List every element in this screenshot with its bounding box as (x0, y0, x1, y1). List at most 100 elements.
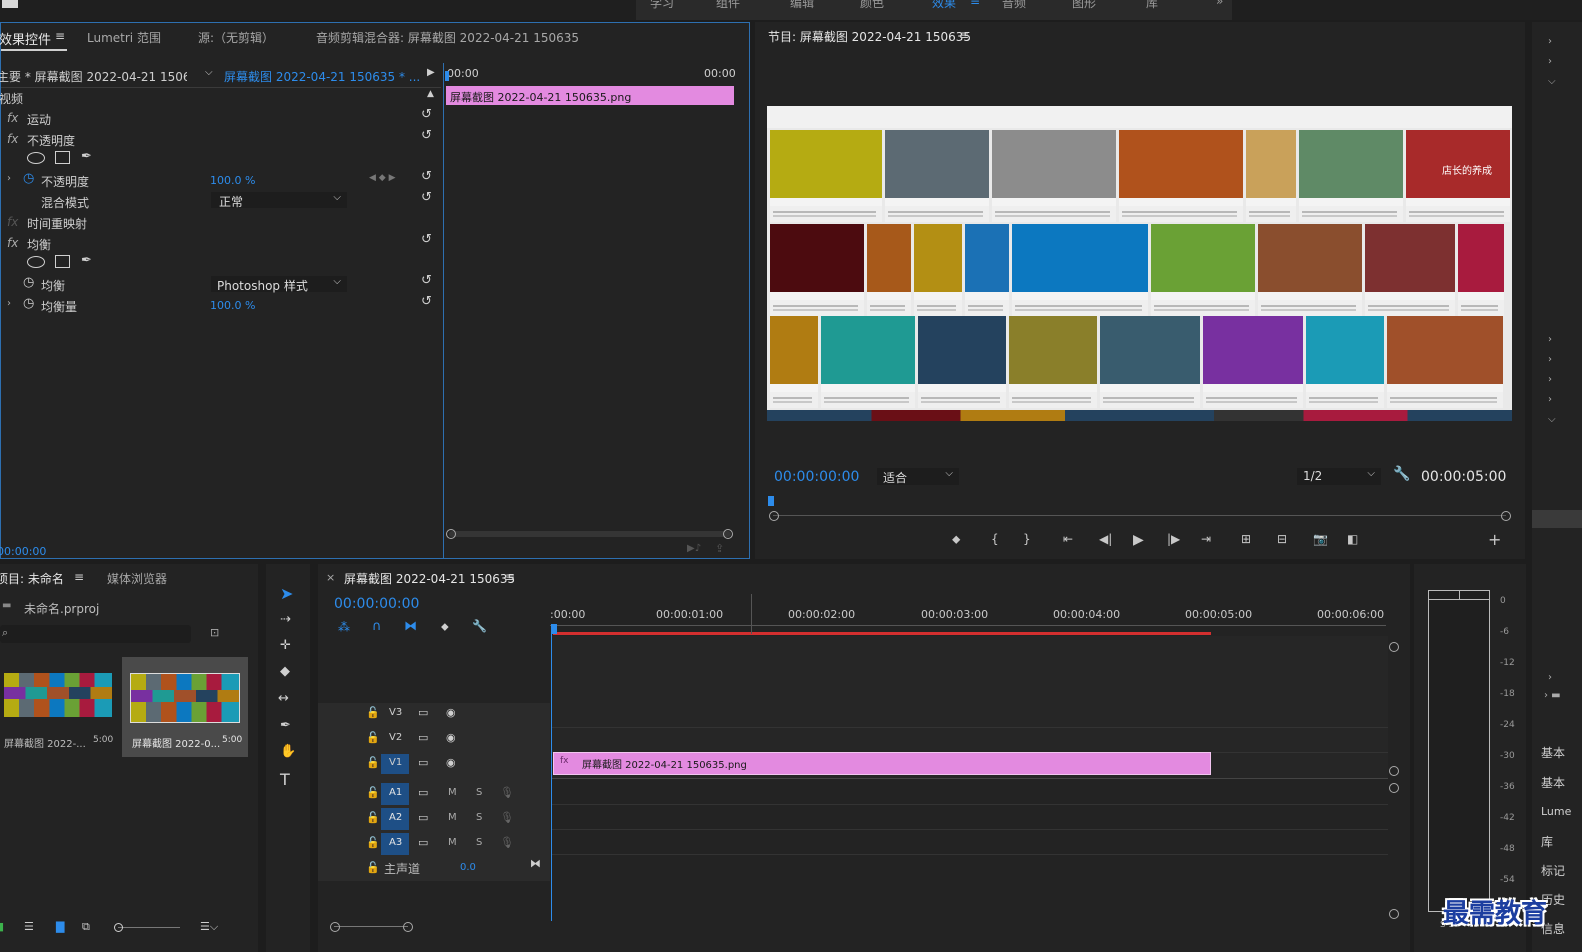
rectangle-mask-icon[interactable] (55, 151, 70, 164)
workspace-tab-audio[interactable]: 音频 (1002, 0, 1026, 11)
panel-tab-lumetri[interactable]: Lume (1541, 805, 1571, 818)
eye-icon[interactable]: ◉ (446, 731, 456, 744)
tab-effect-controls[interactable]: 效果控件 (0, 29, 51, 48)
freeform-view-icon[interactable]: ⧉ (82, 920, 90, 934)
mute-button[interactable]: M (448, 837, 457, 848)
equalize-dropdown[interactable]: Photoshop 样式 ⌵ (211, 276, 347, 293)
timeline-menu-icon[interactable]: ≡ (505, 570, 515, 584)
hand-tool-icon[interactable]: ✋ (280, 744, 296, 759)
blend-mode-dropdown[interactable]: 正常 ⌵ (211, 192, 347, 209)
tab-media-browser[interactable]: 媒体浏览器 (107, 570, 167, 587)
workspace-tab-edit[interactable]: 编辑 (790, 0, 814, 11)
scroll-handle-right[interactable] (1501, 511, 1511, 521)
stopwatch-icon[interactable]: ◷ (23, 275, 34, 290)
new-bin-icon[interactable]: ⊡ (210, 626, 219, 639)
reset-amount-icon[interactable]: ↺ (421, 294, 432, 309)
expand-opacity-chevron-icon[interactable]: › (7, 173, 11, 184)
panel-tab-markers[interactable]: 标记 (1541, 862, 1565, 879)
equalize-effect[interactable]: 均衡 (27, 236, 51, 253)
pen-tool-icon[interactable]: ✒ (280, 718, 291, 733)
workspace-tab-graphics[interactable]: 图形 (1072, 0, 1096, 11)
lock-icon[interactable]: 🔓 (366, 706, 380, 719)
eye-icon[interactable]: ◉ (446, 706, 456, 719)
workspace-tab-library[interactable]: 库 (1146, 0, 1158, 11)
lock-icon[interactable]: 🔓 (366, 756, 380, 769)
reset-motion-icon[interactable]: ↺ (421, 107, 432, 122)
timeline-h-scroll-handle[interactable] (403, 922, 413, 932)
program-timecode[interactable]: 00:00:00:00 (774, 469, 859, 485)
clip-dropdown-chevron-icon[interactable]: ⌵ (205, 67, 213, 78)
timeline-v-scroll-handle[interactable] (1389, 642, 1399, 652)
extract-icon[interactable]: ⊟ (1277, 532, 1287, 546)
timeline-h-scrollbar[interactable] (334, 926, 408, 927)
snap-icon[interactable]: ∩ (372, 619, 382, 634)
razor-tool-icon[interactable]: ◆ (280, 664, 290, 679)
scroll-handle-left[interactable] (446, 529, 456, 539)
chevron-right-icon[interactable]: › (1548, 354, 1552, 365)
project-item[interactable]: 屏幕截图 2022-... 5:00 (0, 657, 120, 757)
type-tool-icon[interactable]: T (280, 770, 290, 789)
expand-amount-chevron-icon[interactable]: › (7, 298, 11, 309)
microphone-icon[interactable]: 🎙 (500, 786, 514, 799)
lift-icon[interactable]: ⊞ (1241, 532, 1251, 546)
master-track-value[interactable]: 0.0 (460, 862, 476, 873)
stopwatch-icon[interactable]: ◷ (23, 296, 34, 311)
step-forward-icon[interactable]: |▶ (1167, 532, 1180, 546)
scroll-handle-left[interactable] (769, 511, 779, 521)
workspace-tab-color[interactable]: 颜色 (860, 0, 884, 11)
ec-scrollbar[interactable] (449, 531, 731, 537)
track-select-tool-icon[interactable]: ⇢ (280, 612, 291, 627)
reset-equalize-icon[interactable]: ↺ (421, 232, 432, 247)
camera-icon[interactable]: 📷 (1313, 532, 1328, 546)
project-menu-icon[interactable]: ≡ (74, 570, 84, 584)
timeline-h-scroll-handle[interactable] (330, 922, 340, 932)
mark-out-icon[interactable]: } (1023, 532, 1031, 546)
ellipse-mask-icon[interactable] (27, 256, 45, 268)
tab-audio-clip-mixer[interactable]: 音频剪辑混合器: 屏幕截图 2022-04-21 150635 (316, 29, 579, 46)
sync-lock-icon[interactable]: ▭ (418, 706, 428, 719)
timeline-v-scroll-handle[interactable] (1389, 766, 1399, 776)
sort-icon[interactable]: ☰⌵ (200, 920, 218, 934)
quality-dropdown[interactable]: 1/2 ⌵ (1297, 468, 1381, 485)
ripple-edit-tool-icon[interactable]: ✛ (280, 638, 291, 653)
ec-clip-bar[interactable]: 屏幕截图 2022-04-21 150635.png (446, 86, 734, 105)
play-icon[interactable]: ▶ (1133, 532, 1144, 548)
sync-lock-icon[interactable]: ▭ (418, 836, 428, 849)
panel-tab-libraries[interactable]: 库 (1541, 833, 1553, 850)
mark-in-icon[interactable]: { (991, 532, 999, 546)
tab-project[interactable]: 项目: 未命名 (0, 570, 64, 587)
project-search-input[interactable]: ⌕ (0, 625, 191, 643)
zoom-slider-handle[interactable] (114, 923, 123, 932)
chevron-right-icon[interactable]: › (1548, 394, 1552, 405)
go-to-out-icon[interactable]: ⇥ (1201, 532, 1211, 546)
zoom-slider[interactable] (118, 927, 180, 928)
pen-mask-icon[interactable]: ✒ (81, 253, 92, 268)
play-audio-icon[interactable]: ▶♪ (687, 543, 701, 554)
timeline-clip[interactable]: fx 屏幕截图 2022-04-21 150635.png (553, 752, 1211, 775)
motion-effect[interactable]: 运动 (27, 111, 51, 128)
reset-opacity-param-icon[interactable]: ↺ (421, 169, 432, 184)
amount-value[interactable]: 100.0 % (210, 299, 255, 312)
workspace-tab-effects[interactable]: 效果 (932, 0, 956, 11)
list-view-icon[interactable]: ☰ (24, 920, 34, 933)
sync-lock-icon[interactable]: ▭ (418, 756, 428, 769)
panel-tab-essential-graphics[interactable]: 基本 (1541, 744, 1565, 761)
add-button-icon[interactable]: + (1488, 530, 1501, 549)
eye-icon[interactable]: ◉ (446, 756, 456, 769)
program-title[interactable]: 节目: 屏幕截图 2022-04-21 150635 (768, 28, 971, 45)
wrench-icon[interactable]: 🔧 (472, 619, 487, 633)
solo-button[interactable]: S (476, 787, 482, 798)
home-icon[interactable] (2, 0, 18, 8)
opacity-effect[interactable]: 不透明度 (27, 132, 75, 149)
project-item[interactable]: 屏幕截图 2022-0... 5:00 (122, 657, 248, 757)
step-back-icon[interactable]: ◀| (1099, 532, 1112, 546)
icon-view-icon[interactable]: ▇ (56, 920, 64, 933)
chevron-right-icon[interactable]: › (1548, 374, 1552, 385)
workspace-tab-learn[interactable]: 学习 (650, 0, 674, 11)
program-playhead[interactable] (768, 496, 774, 506)
reset-blend-icon[interactable]: ↺ (421, 190, 432, 205)
add-marker-icon[interactable]: ⬥ (441, 620, 449, 634)
reset-opacity-icon[interactable]: ↺ (421, 128, 432, 143)
close-tab-icon[interactable]: × (326, 571, 335, 584)
rectangle-mask-icon[interactable] (55, 255, 70, 268)
